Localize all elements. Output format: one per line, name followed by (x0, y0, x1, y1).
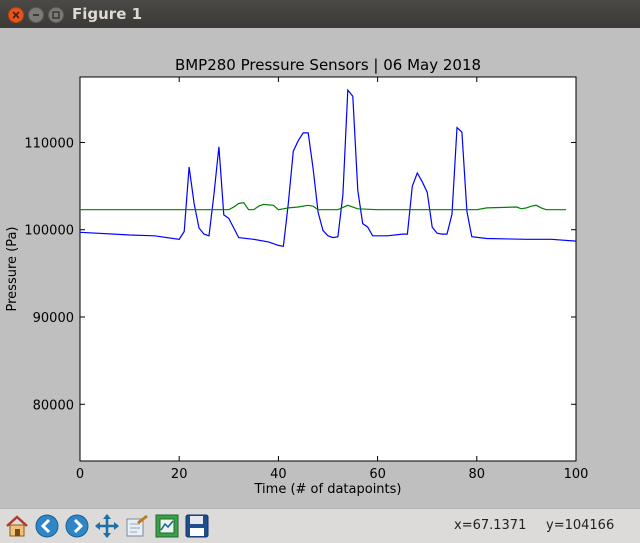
x-axis-label: Time (# of datapoints) (254, 482, 402, 497)
subplots-icon (155, 514, 179, 538)
save-button[interactable] (184, 513, 210, 539)
zoom-rect-icon (126, 514, 148, 537)
navigation-toolbar: x=67.1371 y=104166 (0, 508, 640, 543)
y-tick-label: 90000 (33, 311, 74, 326)
zoom-button[interactable] (124, 513, 150, 539)
pan-button[interactable] (94, 513, 120, 539)
chart-title: BMP280 Pressure Sensors | 06 May 2018 (175, 56, 481, 74)
x-tick-label: 40 (270, 467, 287, 482)
window-title: Figure 1 (72, 5, 143, 23)
cursor-y-readout: y=104166 (546, 518, 615, 533)
x-tick-label: 0 (76, 467, 84, 482)
x-tick-label: 80 (469, 467, 486, 482)
minimize-icon (33, 14, 39, 16)
close-window-button[interactable] (8, 7, 24, 23)
y-tick-label: 110000 (24, 136, 74, 151)
x-tick-label: 20 (171, 467, 188, 482)
window-titlebar: Figure 1 (0, 0, 640, 28)
x-tick-label: 60 (369, 467, 386, 482)
arrow-right-icon (65, 514, 89, 538)
y-axis-label: Pressure (Pa) (5, 226, 20, 311)
minimize-window-button[interactable] (28, 7, 44, 23)
arrow-left-icon (35, 514, 59, 538)
close-icon (12, 11, 20, 19)
y-tick-label: 100000 (24, 224, 74, 239)
figure-canvas[interactable]: 0 20 40 60 80 100 80000 90000 100000 110000 BMP28… (0, 28, 640, 508)
maximize-icon (52, 11, 60, 19)
x-tick-label: 100 (564, 467, 589, 482)
axes-area (79, 76, 577, 462)
home-button[interactable] (4, 513, 30, 539)
y-tick-label: 80000 (33, 398, 74, 413)
back-button[interactable] (34, 513, 60, 539)
cursor-x-readout: x=67.1371 (454, 518, 527, 533)
maximize-window-button[interactable] (48, 7, 64, 23)
chart: 0 20 40 60 80 100 80000 90000 100000 110000 BMP28… (5, 56, 589, 497)
configure-subplots-button[interactable] (154, 513, 180, 539)
forward-button[interactable] (64, 513, 90, 539)
floppy-disk-icon (185, 514, 209, 538)
home-icon (6, 515, 28, 537)
move-arrows-icon (95, 514, 119, 538)
